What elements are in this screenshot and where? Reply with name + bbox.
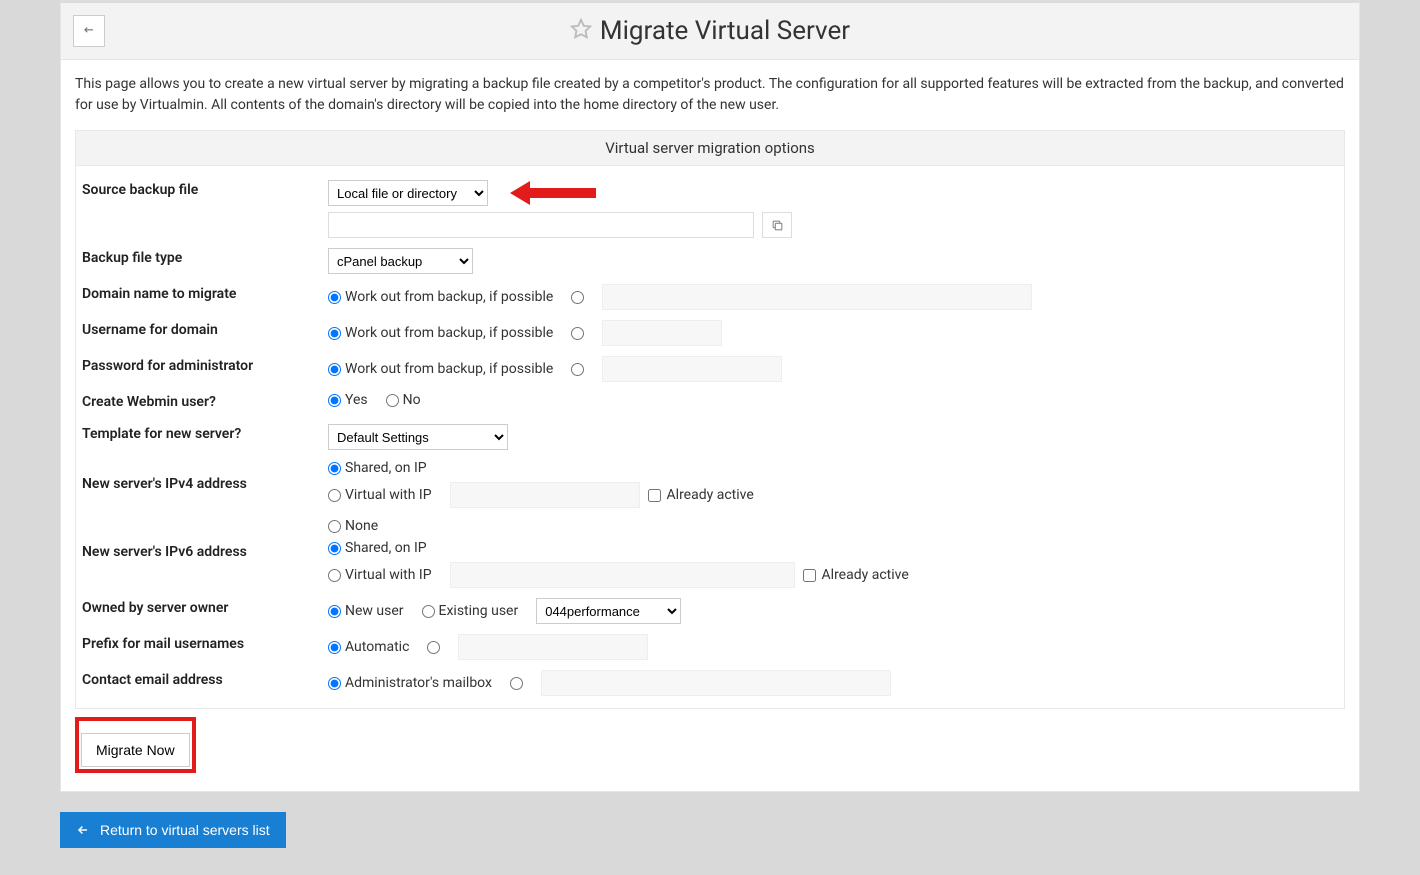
backup-type-select[interactable]: cPanel backup bbox=[328, 248, 473, 274]
ipv4-already-checkbox[interactable] bbox=[648, 489, 661, 502]
ipv6-virtual-radio[interactable] bbox=[328, 569, 341, 582]
highlight-box: Migrate Now bbox=[75, 717, 196, 773]
ipv6-already-label: Already active bbox=[822, 567, 909, 583]
username-manual-radio[interactable] bbox=[571, 327, 584, 340]
ipv6-shared-label: Shared, on IP bbox=[345, 540, 427, 556]
domain-auto-radio[interactable] bbox=[328, 291, 341, 304]
webmin-label: Create Webmin user? bbox=[78, 390, 328, 414]
page-title: Migrate Virtual Server bbox=[600, 16, 850, 46]
ipv6-none-radio[interactable] bbox=[328, 520, 341, 533]
template-label: Template for new server? bbox=[78, 422, 328, 446]
source-backup-path-input[interactable] bbox=[328, 212, 754, 238]
favorite-star-icon[interactable] bbox=[570, 18, 592, 44]
domain-auto-label: Work out from backup, if possible bbox=[345, 289, 553, 305]
ipv4-input[interactable] bbox=[450, 482, 640, 508]
username-auto-radio[interactable] bbox=[328, 327, 341, 340]
username-auto-label: Work out from backup, if possible bbox=[345, 325, 553, 341]
password-manual-radio[interactable] bbox=[571, 363, 584, 376]
page-description: This page allows you to create a new vir… bbox=[75, 74, 1345, 116]
username-label: Username for domain bbox=[78, 318, 328, 342]
webmin-no-radio[interactable] bbox=[386, 394, 399, 407]
password-auto-radio[interactable] bbox=[328, 363, 341, 376]
owner-existing-radio[interactable] bbox=[422, 605, 435, 618]
return-button-label: Return to virtual servers list bbox=[100, 822, 270, 838]
prefix-auto-radio[interactable] bbox=[328, 641, 341, 654]
migration-form: Source backup file Local file or directo… bbox=[75, 166, 1345, 709]
ipv4-shared-label: Shared, on IP bbox=[345, 460, 427, 476]
domain-input[interactable] bbox=[602, 284, 1032, 310]
webmin-yes-label: Yes bbox=[345, 392, 368, 408]
domain-label: Domain name to migrate bbox=[78, 282, 328, 306]
ipv4-label: New server's IPv4 address bbox=[78, 458, 328, 496]
owner-new-radio[interactable] bbox=[328, 605, 341, 618]
owner-new-label: New user bbox=[345, 603, 404, 619]
annotation-arrow bbox=[510, 181, 596, 205]
page-header: Migrate Virtual Server bbox=[60, 0, 1360, 60]
owner-existing-label: Existing user bbox=[439, 603, 519, 619]
source-backup-label: Source backup file bbox=[78, 178, 328, 202]
username-input[interactable] bbox=[602, 320, 722, 346]
ipv6-input[interactable] bbox=[450, 562, 795, 588]
section-header: Virtual server migration options bbox=[75, 130, 1345, 166]
ipv4-virtual-radio[interactable] bbox=[328, 489, 341, 502]
password-input[interactable] bbox=[602, 356, 782, 382]
contact-admin-label: Administrator's mailbox bbox=[345, 675, 492, 691]
template-select[interactable]: Default Settings bbox=[328, 424, 508, 450]
webmin-yes-radio[interactable] bbox=[328, 394, 341, 407]
source-backup-mode-select[interactable]: Local file or directory bbox=[328, 180, 488, 206]
ipv6-virtual-label: Virtual with IP bbox=[345, 567, 432, 583]
ipv4-shared-radio[interactable] bbox=[328, 462, 341, 475]
contact-label: Contact email address bbox=[78, 668, 328, 692]
prefix-input[interactable] bbox=[458, 634, 648, 660]
ipv6-none-label: None bbox=[345, 518, 378, 534]
prefix-manual-radio[interactable] bbox=[427, 641, 440, 654]
content-panel: This page allows you to create a new vir… bbox=[60, 60, 1360, 792]
back-button[interactable] bbox=[73, 15, 105, 47]
contact-manual-radio[interactable] bbox=[510, 677, 523, 690]
password-label: Password for administrator bbox=[78, 354, 328, 378]
browse-file-button[interactable] bbox=[762, 212, 792, 238]
browse-icon bbox=[771, 219, 784, 232]
ipv6-label: New server's IPv6 address bbox=[78, 516, 328, 564]
ipv6-shared-radio[interactable] bbox=[328, 542, 341, 555]
migrate-now-button[interactable]: Migrate Now bbox=[81, 733, 190, 767]
password-auto-label: Work out from backup, if possible bbox=[345, 361, 553, 377]
ipv4-already-label: Already active bbox=[667, 487, 754, 503]
prefix-auto-label: Automatic bbox=[345, 639, 409, 655]
left-arrow-icon bbox=[76, 823, 90, 837]
return-button[interactable]: Return to virtual servers list bbox=[60, 812, 286, 848]
back-arrow-icon bbox=[82, 24, 96, 38]
ipv4-virtual-label: Virtual with IP bbox=[345, 487, 432, 503]
contact-admin-radio[interactable] bbox=[328, 677, 341, 690]
webmin-no-label: No bbox=[403, 392, 421, 408]
ipv6-already-checkbox[interactable] bbox=[803, 569, 816, 582]
backup-type-label: Backup file type bbox=[78, 246, 328, 270]
owner-select[interactable]: 044performance bbox=[536, 598, 681, 624]
prefix-label: Prefix for mail usernames bbox=[78, 632, 328, 656]
owner-label: Owned by server owner bbox=[78, 596, 328, 620]
domain-manual-radio[interactable] bbox=[571, 291, 584, 304]
contact-input[interactable] bbox=[541, 670, 891, 696]
